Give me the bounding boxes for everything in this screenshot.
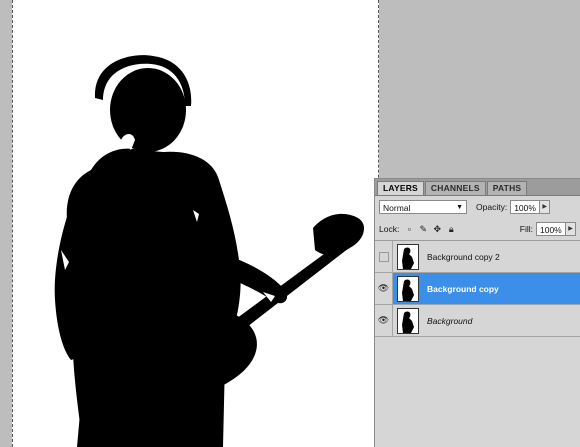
layer-row-background[interactable]: 👁︎ Background bbox=[375, 305, 580, 337]
layer-name: Background bbox=[427, 315, 473, 326]
layers-panel: LAYERS CHANNELS PATHS Normal ▼ Opacity: … bbox=[374, 178, 580, 447]
tab-layers[interactable]: LAYERS bbox=[377, 181, 424, 195]
opacity-slider-toggle-icon[interactable]: ▶ bbox=[540, 200, 551, 214]
lock-label: Lock: bbox=[379, 224, 400, 234]
blend-opacity-row: Normal ▼ Opacity: 100% ▶ bbox=[375, 196, 580, 218]
visibility-toggle[interactable] bbox=[375, 241, 393, 272]
visibility-toggle[interactable]: 👁︎ bbox=[375, 273, 393, 304]
fill-input[interactable]: 100% bbox=[536, 222, 566, 236]
fill-slider-toggle-icon[interactable]: ▶ bbox=[566, 222, 576, 236]
layer-name: Background copy bbox=[427, 283, 499, 294]
fill-label: Fill: bbox=[519, 224, 533, 234]
eye-icon: 👁︎ bbox=[377, 283, 390, 293]
dropdown-arrow-icon: ▼ bbox=[456, 204, 463, 211]
visibility-toggle[interactable]: 👁︎ bbox=[375, 305, 393, 336]
opacity-label: Opacity: bbox=[476, 202, 508, 212]
document-canvas[interactable] bbox=[12, 0, 379, 447]
blend-mode-select[interactable]: Normal ▼ bbox=[379, 200, 467, 214]
tab-channels[interactable]: CHANNELS bbox=[424, 181, 486, 195]
guitarist-silhouette bbox=[54, 55, 365, 447]
eye-icon: 👁︎ bbox=[377, 315, 390, 325]
lock-position-icon[interactable]: ✥ bbox=[431, 223, 443, 235]
lock-image-pixels-icon[interactable]: ✎ bbox=[417, 223, 429, 235]
layer-thumbnail bbox=[397, 275, 419, 302]
lock-transparent-pixels-icon[interactable]: ▫ bbox=[403, 223, 415, 235]
visibility-off-icon bbox=[378, 251, 389, 262]
blend-mode-value: Normal bbox=[383, 203, 411, 213]
layer-thumbnail bbox=[397, 243, 419, 270]
layer-row-background-copy-2[interactable]: Background copy 2 bbox=[375, 241, 580, 273]
tab-paths[interactable]: PATHS bbox=[486, 181, 528, 195]
lock-fill-row: Lock: ▫ ✎ ✥ 🔒︎ Fill: 100% ▶ bbox=[375, 218, 580, 241]
opacity-input[interactable]: 100% bbox=[510, 200, 541, 214]
layer-name: Background copy 2 bbox=[427, 251, 500, 262]
layer-thumbnail bbox=[397, 307, 419, 334]
panel-tabs: LAYERS CHANNELS PATHS bbox=[375, 179, 580, 196]
lock-all-icon[interactable]: 🔒︎ bbox=[445, 223, 457, 235]
layer-row-background-copy[interactable]: 👁︎ Background copy bbox=[375, 273, 580, 305]
